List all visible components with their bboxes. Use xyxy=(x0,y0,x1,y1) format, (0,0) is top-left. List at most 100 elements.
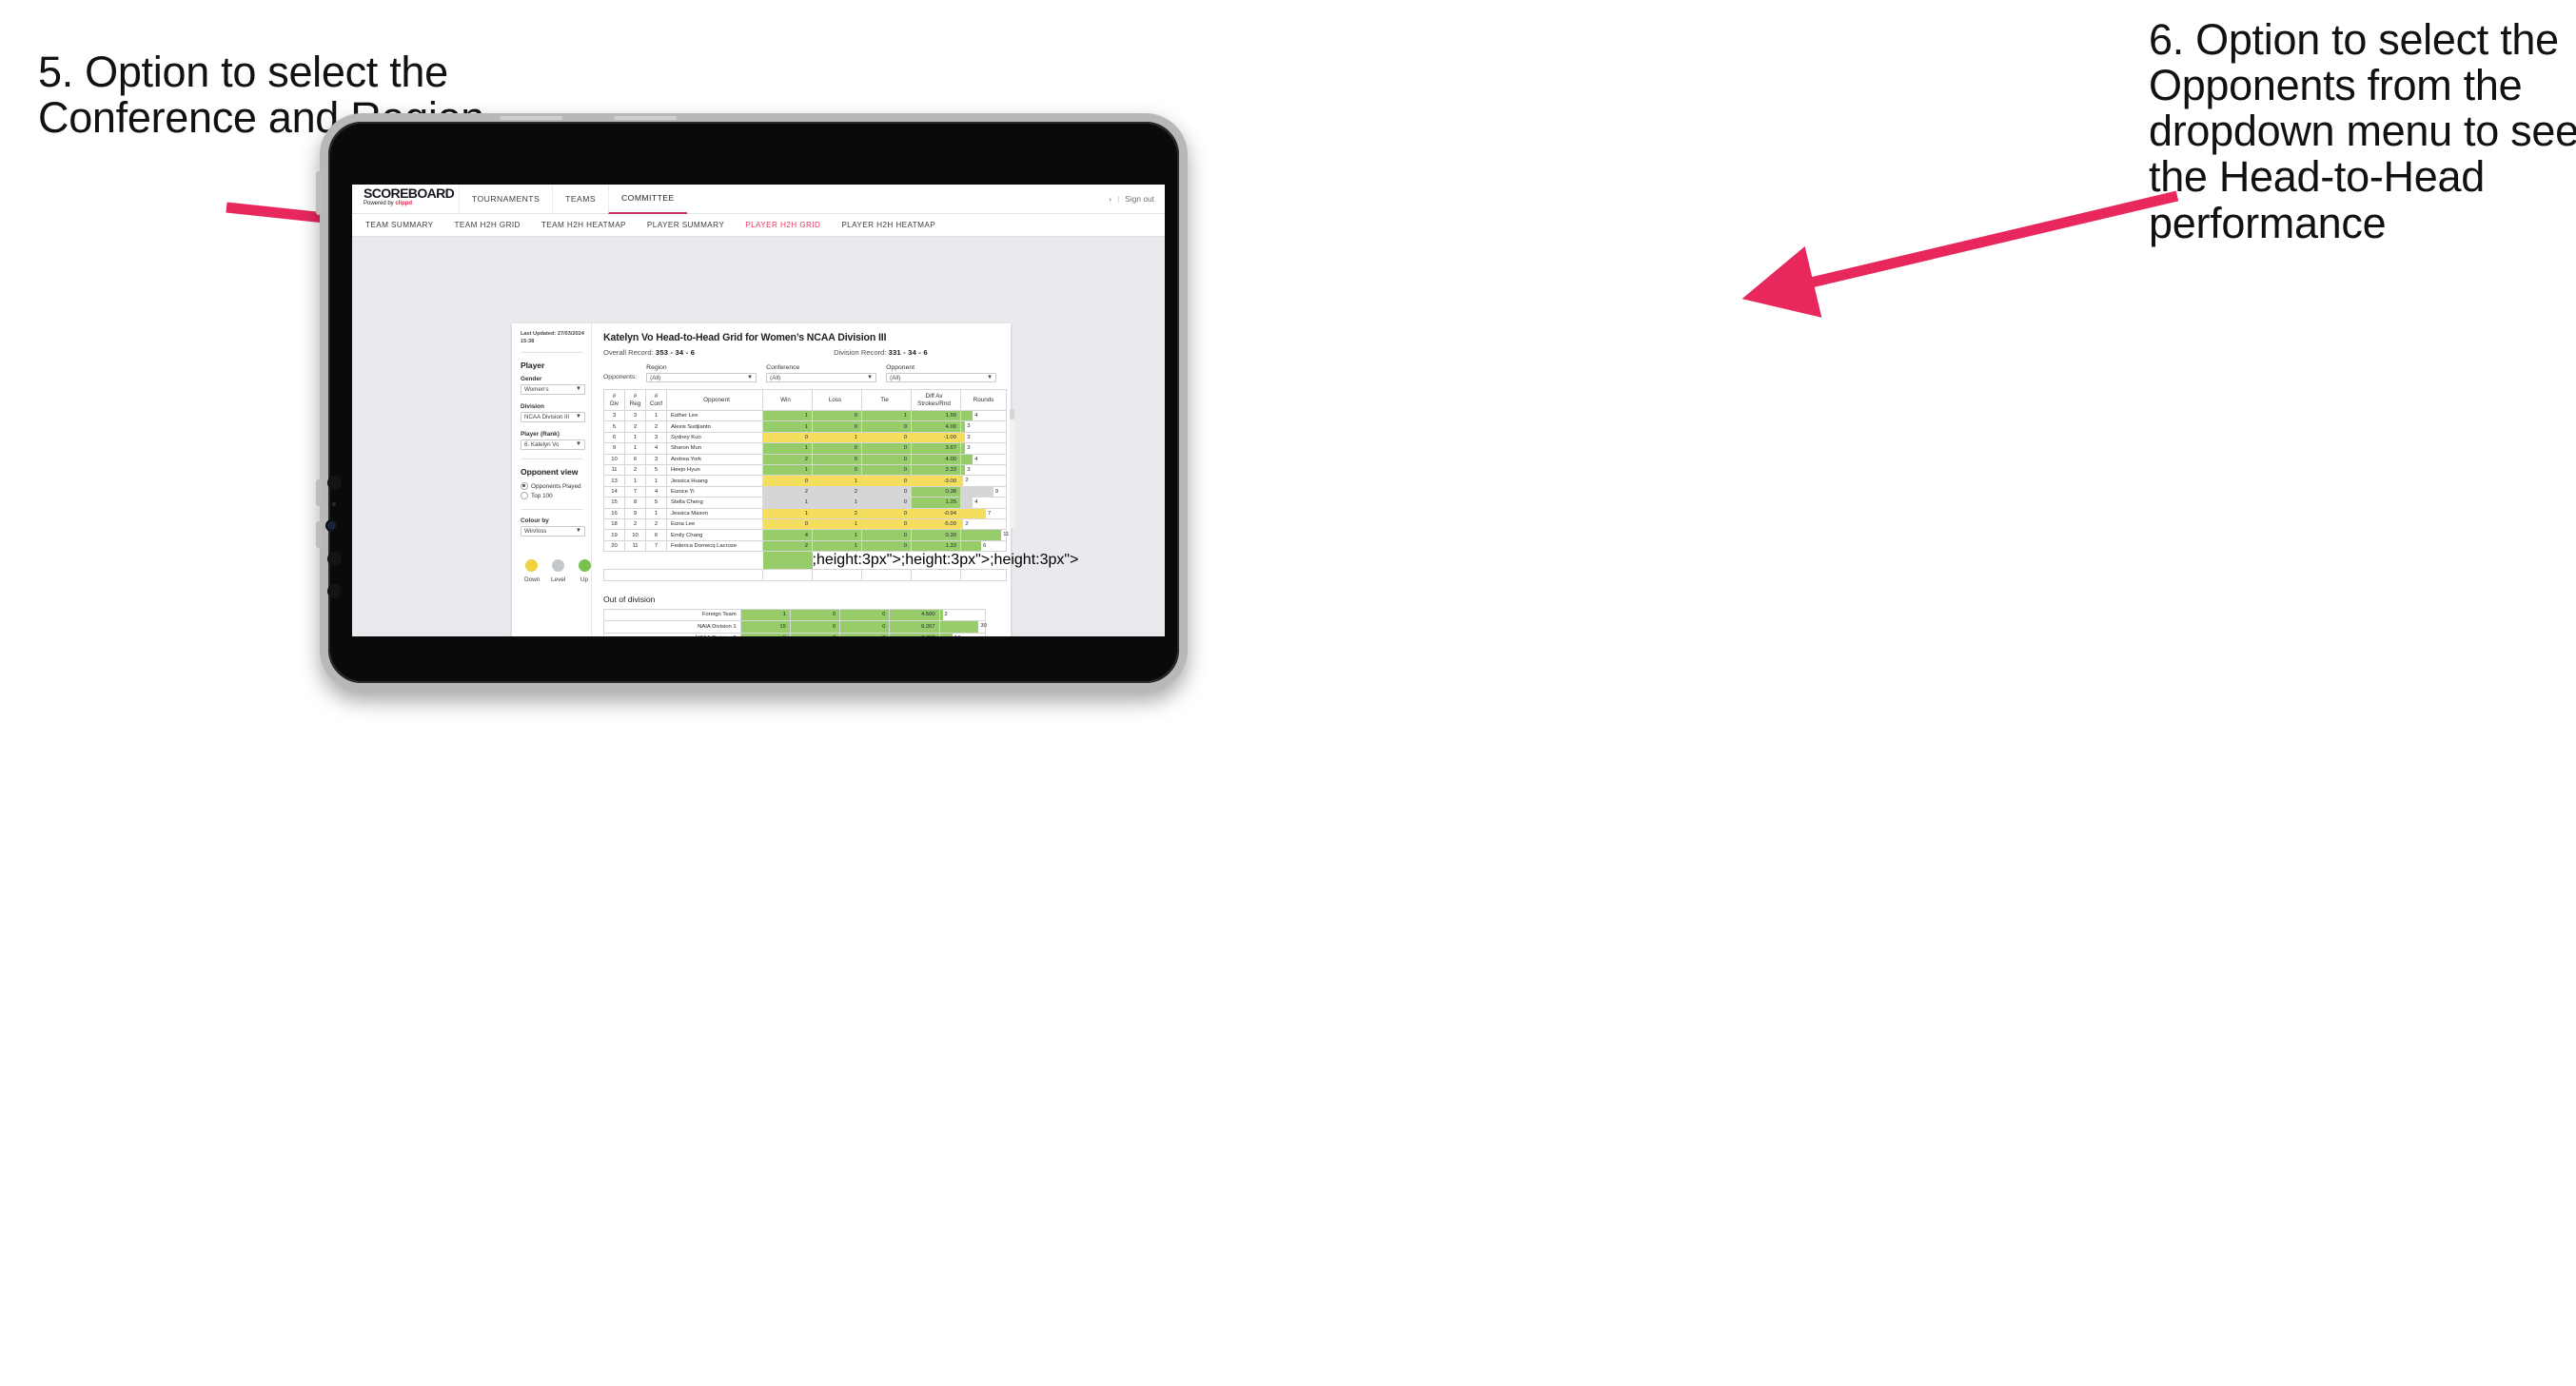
conference-filter-select[interactable]: (All) ▼ xyxy=(766,373,877,382)
table-row[interactable]: 20 11 7 Federica Domecq Lacroze 2 1 0 1.33 6 xyxy=(603,539,1007,553)
cell-loss: 0 xyxy=(812,453,862,466)
cell-opponent-name: Andrea York xyxy=(666,453,763,466)
top-bar-divider: | xyxy=(1117,194,1120,204)
cell-reg-rank: 2 xyxy=(624,464,646,477)
table-row[interactable]: Foreign Team 1 0 0 4.500 2 xyxy=(603,608,987,622)
cell-opponent-name: Emily Chang xyxy=(666,529,763,541)
annotation-right-text: 6. Option to select the Opponents from t… xyxy=(2149,15,2576,247)
cell-opponent-name: Esther Lee xyxy=(666,409,763,422)
region-filter-label: Region xyxy=(646,364,667,371)
grid-vertical-scrollbar[interactable] xyxy=(1010,409,1014,528)
cell-opponent-name: Sharon Mun xyxy=(666,442,763,455)
cell-div-rank: 6 xyxy=(603,431,625,444)
subnav-player-summary[interactable]: PLAYER SUMMARY xyxy=(647,221,724,229)
grid-header-conf[interactable]: # Conf xyxy=(645,389,667,411)
nav-committee[interactable]: COMMITTEE xyxy=(608,185,687,214)
h2h-grid-body: 3 3 1 Esther Lee 1 0 1 1.50 4 5 2 2 Alexis Sudjianto… xyxy=(603,409,1078,581)
subnav-team-h2h-grid[interactable]: TEAM H2H GRID xyxy=(455,221,521,229)
cell-opponent-name: Heejo Hyun xyxy=(666,464,763,477)
table-row[interactable]: 13 1 1 Jessica Huang 0 1 0 -3.00 2 xyxy=(603,475,1007,487)
table-row[interactable]: 11 2 5 Heejo Hyun 1 0 0 3.33 3 xyxy=(603,464,1007,477)
cell-reg-rank: 1 xyxy=(624,442,646,455)
cell-tie: 0 xyxy=(861,485,912,498)
subnav-player-h2h-heatmap[interactable]: PLAYER H2H HEATMAP xyxy=(841,221,935,229)
table-row[interactable]: 3 3 1 Esther Lee 1 0 1 1.50 4 xyxy=(603,409,1007,422)
legend-item-up: Up xyxy=(578,559,591,583)
out-of-division-title: Out of division xyxy=(603,594,656,604)
player-rank-select[interactable]: 8. Katelyn Vo ▼ xyxy=(521,439,585,451)
division-record-value: 331 - 34 - 6 xyxy=(888,348,928,357)
cell-rounds: 2 xyxy=(938,608,987,622)
cell-div-rank: 9 xyxy=(603,442,625,455)
cell-opponent-name: Sydney Kuo xyxy=(666,431,763,444)
cell-conf-rank: 3 xyxy=(645,453,667,466)
chevron-down-icon: ▼ xyxy=(575,441,581,448)
table-row[interactable]: 16 9 1 Jessica Mason 1 2 0 -0.94 7 xyxy=(603,507,1007,520)
table-row[interactable]: 6 1 3 Sydney Kuo 0 1 0 -1.00 3 xyxy=(603,431,1007,444)
table-row[interactable]: 14 7 4 Eunice Yi 2 2 0 0.38 9 xyxy=(603,485,1007,498)
cell-win: 15 xyxy=(739,620,791,634)
table-row[interactable]: 15 8 5 Stella Cheng 1 1 0 1.25 4 xyxy=(603,497,1007,509)
opponent-filter-select[interactable]: (All) ▼ xyxy=(886,373,997,382)
division-record: Division Record: 331 - 34 - 6 xyxy=(834,348,928,357)
cell-conf-rank: 1 xyxy=(645,507,667,520)
table-row-clipped: ;height:3px">;height:3px">;height:3px"> xyxy=(603,551,1078,570)
grid-header-loss[interactable]: Loss xyxy=(812,389,862,411)
colour-by-select[interactable]: Win/loss ▼ xyxy=(521,526,585,537)
cell-rounds: 4 xyxy=(960,497,1007,509)
cell-diff-av-strokes: 1.25 xyxy=(911,497,961,509)
cell-tie: 0 xyxy=(839,632,891,636)
cell-loss: 1 xyxy=(812,529,862,541)
last-updated-text: Last Updated: 27/03/2024 15:38 xyxy=(521,331,584,344)
gender-select[interactable]: Women’s ▼ xyxy=(521,384,585,396)
table-row[interactable]: 9 1 4 Sharon Mun 1 0 0 3.67 3 xyxy=(603,442,1007,455)
region-filter-select[interactable]: (All) ▼ xyxy=(646,373,757,382)
volume-up-button[interactable] xyxy=(316,479,322,506)
grid-header-rounds[interactable]: Rounds xyxy=(960,389,1007,411)
cell-opponent-name: Jessica Mason xyxy=(666,507,763,520)
subnav-team-h2h-heatmap[interactable]: TEAM H2H HEATMAP xyxy=(541,221,626,229)
table-row[interactable]: 19 10 6 Emily Chang 4 1 0 0.30 11 xyxy=(603,529,1009,541)
cell-loss: 0 xyxy=(812,409,862,422)
power-button[interactable] xyxy=(316,171,322,215)
cell-win: 1 xyxy=(762,409,813,422)
nav-teams[interactable]: TEAMS xyxy=(552,185,608,213)
cell-tie: 0 xyxy=(861,420,912,433)
brand-logo[interactable]: SCOREBOARD Powered by clippd xyxy=(352,185,459,213)
grid-header-diff-av[interactable]: Diff Av Strokes/Rnd xyxy=(911,389,961,411)
grid-header-tie[interactable]: Tie xyxy=(861,389,912,411)
subnav-player-h2h-grid[interactable]: PLAYER H2H GRID xyxy=(745,221,820,229)
sign-out-link[interactable]: Sign out xyxy=(1125,194,1154,204)
cell-opponent-name: Alexis Sudjianto xyxy=(666,420,763,433)
cell-div-rank: 10 xyxy=(603,453,625,466)
player-rank-value: 8. Katelyn Vo xyxy=(524,441,560,449)
cell-diff-av-strokes: 4.500 xyxy=(889,608,940,622)
cell-win: 2 xyxy=(762,453,813,466)
table-row[interactable]: 5 2 2 Alexis Sudjianto 1 0 0 4.00 3 xyxy=(603,420,1007,433)
grid-header-win[interactable]: Win xyxy=(762,389,813,411)
table-row[interactable]: NCAA Division 25007.40010 xyxy=(603,632,987,636)
table-row[interactable]: 18 2 2 Euna Lee 0 1 0 -5.00 2 xyxy=(603,518,1007,531)
cell-reg-rank: 10 xyxy=(624,529,646,541)
table-row[interactable]: 10 6 3 Andrea York 2 0 0 4.00 4 xyxy=(603,453,1007,466)
grid-header-reg[interactable]: # Reg xyxy=(624,389,646,411)
grid-scrollbar-thumb[interactable] xyxy=(1010,409,1014,420)
overall-record-value: 353 - 34 - 6 xyxy=(655,348,696,357)
radio-top-100[interactable]: Top 100 xyxy=(521,492,591,500)
division-select[interactable]: NCAA Division III ▼ xyxy=(521,412,585,423)
speaker-hole-icon xyxy=(327,476,342,490)
gender-label: Gender xyxy=(521,376,542,383)
table-row[interactable]: NAIA Division 1 15 0 0 9.267 30 xyxy=(603,620,987,634)
volume-down-button[interactable] xyxy=(316,521,322,548)
sidebar-divider-3 xyxy=(521,509,583,511)
legend-item-down: Down xyxy=(524,559,540,583)
cell-tie: 0 xyxy=(839,608,891,622)
grid-header-opponent[interactable]: Opponent xyxy=(666,389,763,411)
grid-header-div[interactable]: # Div xyxy=(603,389,625,411)
subnav-team-summary[interactable]: TEAM SUMMARY xyxy=(365,221,434,229)
cell-rounds: 11 xyxy=(960,529,1009,541)
chevron-right-icon[interactable]: › xyxy=(1109,194,1111,204)
cell-tie: 0 xyxy=(839,620,891,634)
nav-tournaments[interactable]: TOURNAMENTS xyxy=(459,185,552,213)
radio-opponents-played[interactable]: Opponents Played xyxy=(521,482,591,491)
